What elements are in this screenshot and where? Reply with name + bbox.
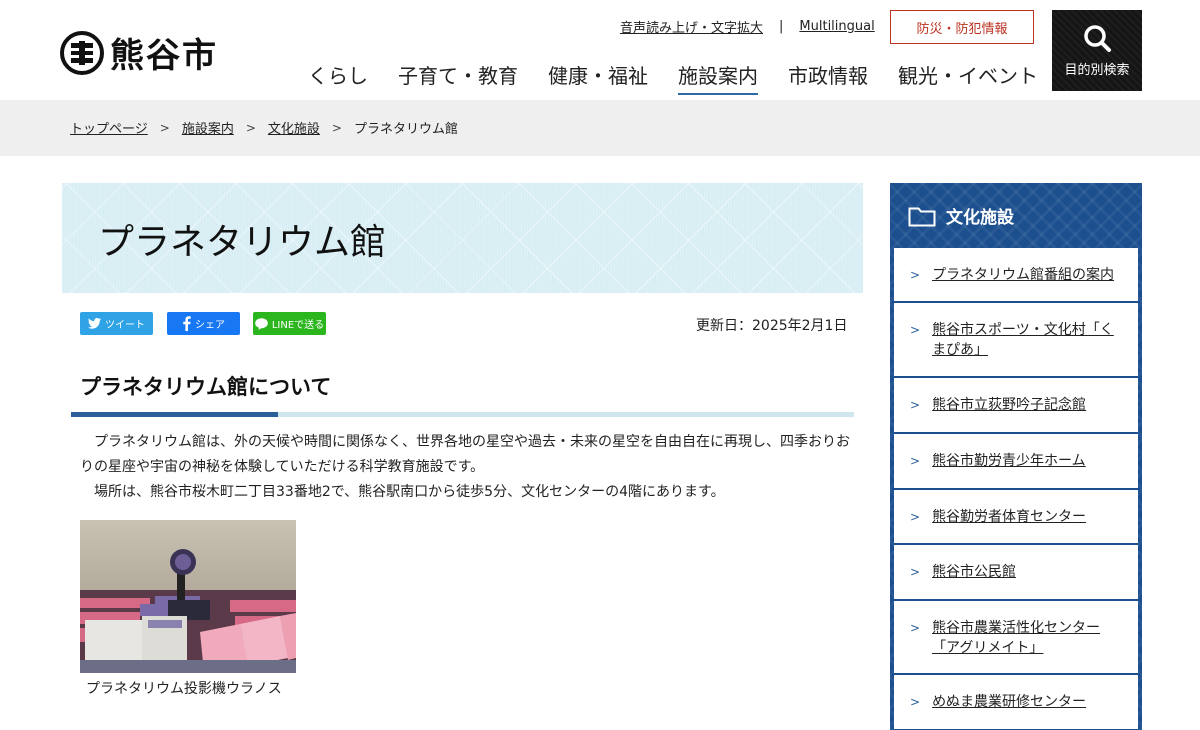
global-nav: くらし 子育て・教育 健康・福祉 施設案内 市政情報 観光・イベント xyxy=(308,60,1068,95)
search-label: 目的別検索 xyxy=(1064,63,1130,78)
sidebar-link[interactable]: 熊谷市立荻野吟子記念館 xyxy=(932,395,1086,415)
sidebar-item[interactable]: > プラネタリウム館番組の案内 xyxy=(894,248,1138,303)
utility-links: 音声読み上げ・文字拡大 | Multilingual xyxy=(620,17,875,36)
facebook-icon xyxy=(183,316,191,331)
facebook-share-button[interactable]: シェア xyxy=(167,312,240,335)
line-icon xyxy=(255,317,268,330)
chevron-right-icon: > xyxy=(331,120,342,135)
nav-shisetsu[interactable]: 施設案内 xyxy=(678,60,758,95)
breadcrumb-current: プラネタリウム館 xyxy=(353,122,458,137)
chevron-right-icon: > xyxy=(910,398,921,412)
nav-kenko[interactable]: 健康・福祉 xyxy=(548,60,648,95)
chevron-right-icon: > xyxy=(910,621,921,635)
sidebar-link[interactable]: 熊谷市スポーツ・文化村「くまぴあ」 xyxy=(932,320,1122,360)
tweet-label: ツイート xyxy=(105,320,145,331)
updated-date: 更新日：2025年2月1日 xyxy=(696,318,848,334)
nav-kosodate[interactable]: 子育て・教育 xyxy=(398,60,518,95)
section-body: プラネタリウム館は、外の天候や時間に関係なく、世界各地の星空や過去・未来の星空を… xyxy=(80,430,860,505)
sidebar-item[interactable]: > 熊谷市立荻野吟子記念館 xyxy=(894,378,1138,434)
paragraph: 場所は、熊谷市桜木町二丁目33番地2で、熊谷駅南口から徒歩5分、文化センターの4… xyxy=(80,484,725,500)
section-heading: プラネタリウム館について xyxy=(80,375,332,399)
sidebar-item[interactable]: > めぬま農業研修センター xyxy=(894,675,1138,730)
chevron-right-icon: > xyxy=(910,268,921,282)
folder-icon xyxy=(908,207,936,226)
sidebar-link[interactable]: めぬま農業研修センター xyxy=(932,692,1086,712)
nav-shisei[interactable]: 市政情報 xyxy=(788,60,868,95)
chevron-right-icon: > xyxy=(910,454,921,468)
breadcrumb-top[interactable]: トップページ xyxy=(70,118,148,137)
chevron-right-icon: > xyxy=(910,695,921,709)
util-separator: | xyxy=(779,19,784,34)
planetarium-photo xyxy=(80,520,296,673)
multilingual-link[interactable]: Multilingual xyxy=(799,19,874,34)
sidebar-link[interactable]: 熊谷勤労者体育センター xyxy=(932,507,1086,527)
city-emblem-icon xyxy=(60,30,104,75)
nav-kanko[interactable]: 観光・イベント xyxy=(898,60,1038,95)
sidebar-heading-label: 文化施設 xyxy=(946,208,1014,228)
sidebar-item[interactable]: > 熊谷市スポーツ・文化村「くまぴあ」 xyxy=(894,303,1138,378)
breadcrumb-facilities[interactable]: 施設案内 xyxy=(182,118,234,137)
text-size-link[interactable]: 音声読み上げ・文字拡大 xyxy=(620,17,763,36)
chevron-right-icon: > xyxy=(159,120,170,135)
page-title: プラネタリウム館 xyxy=(98,222,387,263)
heading-underline xyxy=(71,412,854,417)
tweet-button[interactable]: ツイート xyxy=(80,312,153,335)
line-label: LINEで送る xyxy=(271,320,325,331)
sidebar-item[interactable]: > 熊谷市公民館 xyxy=(894,545,1138,601)
twitter-icon xyxy=(88,318,101,329)
facebook-label: シェア xyxy=(195,320,225,331)
sidebar-item[interactable]: > 熊谷勤労者体育センター xyxy=(894,490,1138,545)
sidebar-item[interactable]: > 熊谷市勤労青少年ホーム xyxy=(894,434,1138,490)
breadcrumb-culture[interactable]: 文化施設 xyxy=(268,118,320,137)
chevron-right-icon: > xyxy=(910,510,921,524)
page-title-band: プラネタリウム館 xyxy=(62,183,863,293)
chevron-right-icon: > xyxy=(245,120,256,135)
sidebar-list: > プラネタリウム館番組の案内 > 熊谷市スポーツ・文化村「くまぴあ」 > 熊谷… xyxy=(894,248,1138,730)
logo-text: 熊谷市 xyxy=(110,36,218,76)
photo-caption: プラネタリウム投影機ウラノス xyxy=(86,681,282,697)
search-icon xyxy=(1084,25,1111,52)
site-header: 熊谷市 音声読み上げ・文字拡大 | Multilingual 防災・防犯情報 目… xyxy=(0,0,1200,100)
line-share-button[interactable]: LINEで送る xyxy=(253,312,326,335)
chevron-right-icon: > xyxy=(910,323,921,337)
sidebar-link[interactable]: 熊谷市勤労青少年ホーム xyxy=(932,451,1086,471)
site-logo[interactable]: 熊谷市 xyxy=(60,28,218,77)
chevron-right-icon: > xyxy=(910,565,921,579)
paragraph: プラネタリウム館は、外の天候や時間に関係なく、世界各地の星空や過去・未来の星空を… xyxy=(80,434,850,475)
nav-kurashi[interactable]: くらし xyxy=(308,60,368,95)
sidebar-link[interactable]: 熊谷市農業活性化センター「アグリメイト」 xyxy=(932,618,1122,658)
breadcrumb: トップページ > 施設案内 > 文化施設 > プラネタリウム館 xyxy=(70,118,458,138)
sidebar-link[interactable]: プラネタリウム館番組の案内 xyxy=(932,265,1114,285)
sidebar-link[interactable]: 熊谷市公民館 xyxy=(932,562,1016,582)
sidebar-item[interactable]: > 熊谷市農業活性化センター「アグリメイト」 xyxy=(894,601,1138,675)
sidebar: 文化施設 > プラネタリウム館番組の案内 > 熊谷市スポーツ・文化村「くまぴあ」… xyxy=(890,183,1142,730)
sidebar-heading: 文化施設 xyxy=(908,203,1014,228)
breadcrumb-bar: トップページ > 施設案内 > 文化施設 > プラネタリウム館 xyxy=(0,100,1200,156)
disaster-info-button[interactable]: 防災・防犯情報 xyxy=(890,10,1034,44)
